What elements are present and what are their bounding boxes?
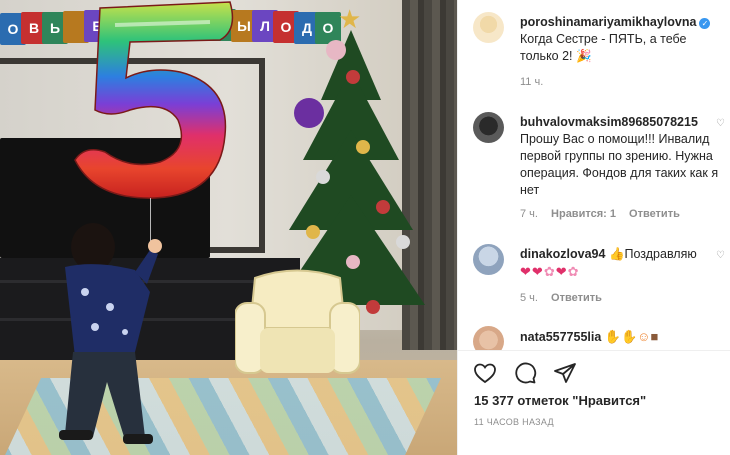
caption-text: Когда Сестре - ПЯТЬ, а тебе только 2! 🎉 <box>520 32 687 63</box>
like-button[interactable] <box>472 360 498 386</box>
share-button[interactable] <box>552 360 578 386</box>
emoji-hearts: ❤❤✿❤✿ <box>520 264 580 279</box>
caption-time[interactable]: 11 ч. <box>520 76 543 88</box>
verified-badge-icon: ✓ <box>699 18 711 29</box>
emoji-reactions: ✋✋☺■ <box>604 329 659 344</box>
reply-button[interactable]: Ответить <box>629 208 680 220</box>
like-comment-heart-icon[interactable]: ♡ <box>716 250 725 261</box>
post-photo[interactable]: ОВЬЕМДЕНЬЫЛОДО ★ <box>0 0 457 455</box>
reply-button[interactable]: Ответить <box>551 292 602 304</box>
post-actions <box>472 360 578 388</box>
post-time[interactable]: 11 ЧАСОВ НАЗАД <box>474 417 554 427</box>
author-username[interactable]: poroshinamariyamikhaylovna <box>520 15 696 29</box>
comment-time[interactable]: 7 ч. <box>520 208 538 220</box>
commenter-username[interactable]: buhvalovmaksim89685078215 <box>520 115 698 129</box>
child <box>59 223 162 444</box>
author-avatar[interactable] <box>473 12 504 43</box>
send-icon <box>554 363 576 383</box>
comment-likes[interactable]: Нравится: 1 <box>551 208 616 220</box>
comments-list[interactable]: poroshinamariyamikhaylovna ✓ Когда Сестре… <box>458 0 730 350</box>
comments-panel: poroshinamariyamikhaylovna ✓ Когда Сестре… <box>457 0 730 455</box>
commenter-avatar[interactable] <box>473 244 504 275</box>
commenter-avatar[interactable] <box>473 112 504 143</box>
divider <box>458 350 730 351</box>
like-comment-heart-icon[interactable]: ♡ <box>716 118 725 129</box>
number-five-balloon <box>74 1 234 199</box>
heart-icon <box>474 363 496 384</box>
comment-text: Прошу Вас о помощи!!! Инвалид первой гру… <box>520 132 719 197</box>
commenter-username[interactable]: dinakozlova94 <box>520 247 605 261</box>
star-icon: ★ <box>338 4 362 34</box>
commenter-avatar[interactable] <box>473 326 504 350</box>
comment-icon <box>515 362 537 384</box>
comment-text: 👍Поздравляю <box>608 247 697 261</box>
kids-armchair <box>235 269 360 374</box>
comment-time[interactable]: 5 ч. <box>520 292 538 304</box>
comment-button[interactable] <box>512 360 538 386</box>
likes-count[interactable]: 15 377 отметок "Нравится" <box>474 393 646 408</box>
commenter-username[interactable]: nata557755lia <box>520 330 601 344</box>
